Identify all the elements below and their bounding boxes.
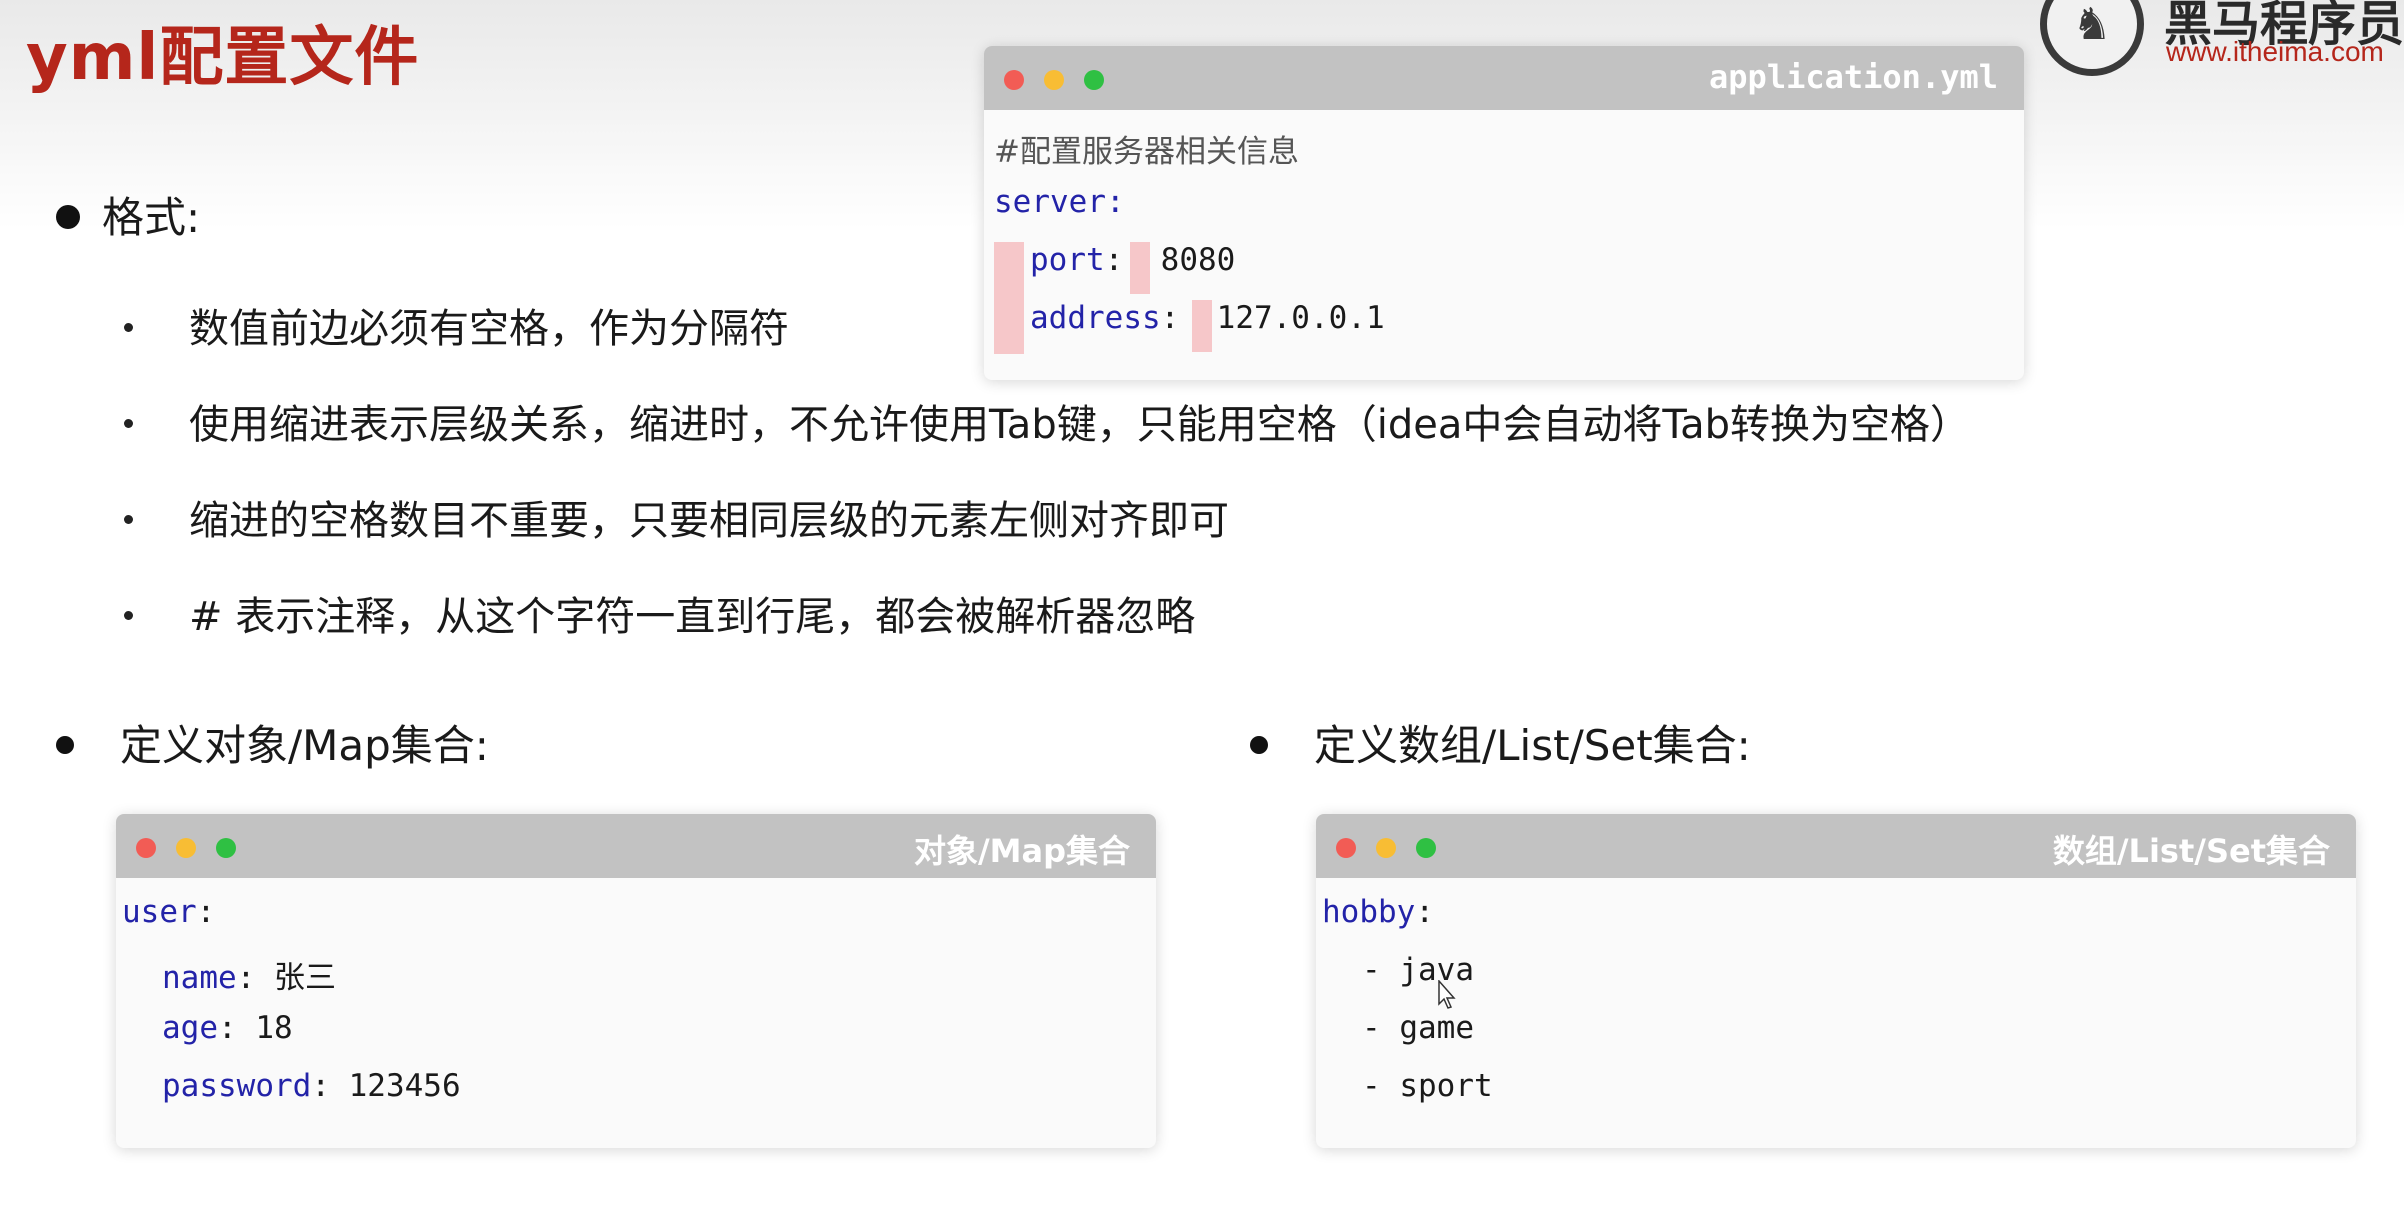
format-rule-text: 使用缩进表示层级关系，缩进时，不允许使用Tab键，只能用空格（idea中会自动将… [189,402,1971,448]
minimize-dot-icon [1044,70,1064,90]
bullet-icon [56,204,80,229]
code-body: user: name: 张三 age: 18 password: 123456 [116,878,1156,1148]
list-heading: 定义数组/List/Set集合: [1250,712,1751,773]
close-dot-icon [1336,838,1356,858]
code-line-field: password: 123456 [162,1068,461,1104]
format-heading: 格式: [56,184,200,245]
list-set-window: 数组/List/Set集合 hobby: - java - game - spo… [1316,814,2356,1148]
window-titlebar: 数组/List/Set集合 [1316,814,2356,878]
list-heading-text: 定义数组/List/Set集合: [1314,721,1751,770]
horse-logo-icon: ♞ [2040,0,2144,76]
code-line-field: age: 18 [162,1010,293,1046]
window-title: application.yml [1709,58,1998,96]
code-line-address: address: 127.0.0.1 [1030,300,1385,336]
yaml-value: 8080 [1160,242,1236,278]
yaml-key: server [994,184,1106,220]
yaml-key: port [1030,242,1105,278]
format-rule-1: 数值前边必须有空格，作为分隔符 [124,296,789,354]
close-dot-icon [136,838,156,858]
mouse-pointer-icon [1438,980,1456,1009]
yaml-value: 18 [255,1010,293,1046]
yaml-key: hobby [1322,894,1416,930]
format-rule-4: # 表示注释，从这个字符一直到行尾，都会被解析器忽略 [124,584,1195,642]
window-title: 数组/List/Set集合 [2052,832,2330,870]
format-rule-text: 数值前边必须有空格，作为分隔符 [189,306,789,352]
code-line-hobby: hobby: [1322,894,1434,930]
format-heading-text: 格式: [102,193,201,242]
sub-bullet-icon [124,418,133,428]
format-rule-text: 缩进的空格数目不重要，只要相同层级的元素左侧对齐即可 [189,498,1229,544]
brand-url: www.itheima.com [2166,36,2384,67]
code-list-item: - game [1362,1010,1474,1046]
yaml-key: address [1030,300,1161,336]
brand-logo: ♞ 黑马程序员 www.itheima.com [2040,0,2404,80]
application-yml-window: application.yml #配置服务器相关信息 server: port:… [984,46,2024,380]
format-rule-3: 缩进的空格数目不重要，只要相同层级的元素左侧对齐即可 [124,488,1229,546]
yaml-key: password [162,1068,312,1104]
object-map-window: 对象/Map集合 user: name: 张三 age: 18 password… [116,814,1156,1148]
minimize-dot-icon [1376,838,1396,858]
indent-highlight [994,242,1024,354]
close-dot-icon [1004,70,1024,90]
format-rule-2: 使用缩进表示层级关系，缩进时，不允许使用Tab键，只能用空格（idea中会自动将… [124,392,1970,450]
maximize-dot-icon [1416,838,1436,858]
code-body: hobby: - java - game - sport [1316,878,2356,1148]
code-line-server: server: [994,184,1125,220]
window-title: 对象/Map集合 [913,832,1130,870]
yaml-value: 127.0.0.1 [1216,300,1385,336]
yaml-key: name [162,960,237,996]
window-titlebar: 对象/Map集合 [116,814,1156,878]
window-titlebar: application.yml [984,46,2024,110]
minimize-dot-icon [176,838,196,858]
code-line-field: name: 张三 [162,960,336,996]
code-line-user: user: [122,894,216,930]
yaml-value: java [1399,952,1474,988]
code-comment: #配置服务器相关信息 [994,134,1299,170]
yaml-key: age [162,1010,218,1046]
sub-bullet-icon [124,322,133,332]
format-rule-text: # 表示注释，从这个字符一直到行尾，都会被解析器忽略 [189,594,1196,640]
yaml-value: sport [1399,1068,1493,1104]
sub-bullet-icon [124,610,133,620]
maximize-dot-icon [216,838,236,858]
yaml-value: game [1399,1010,1474,1046]
bullet-icon [1250,735,1268,754]
bullet-icon [56,735,74,754]
code-body: #配置服务器相关信息 server: port: 8080 address: 1… [984,110,2024,380]
page-title: yml配置文件 [26,21,420,95]
yaml-key: user [122,894,197,930]
object-heading-text: 定义对象/Map集合: [120,721,489,770]
code-line-port: port: 8080 [1030,242,1236,278]
code-list-item: - sport [1362,1068,1493,1104]
sub-bullet-icon [124,514,133,524]
yaml-value: 张三 [273,960,336,996]
object-heading: 定义对象/Map集合: [56,712,489,773]
maximize-dot-icon [1084,70,1104,90]
yaml-value: 123456 [348,1068,461,1104]
